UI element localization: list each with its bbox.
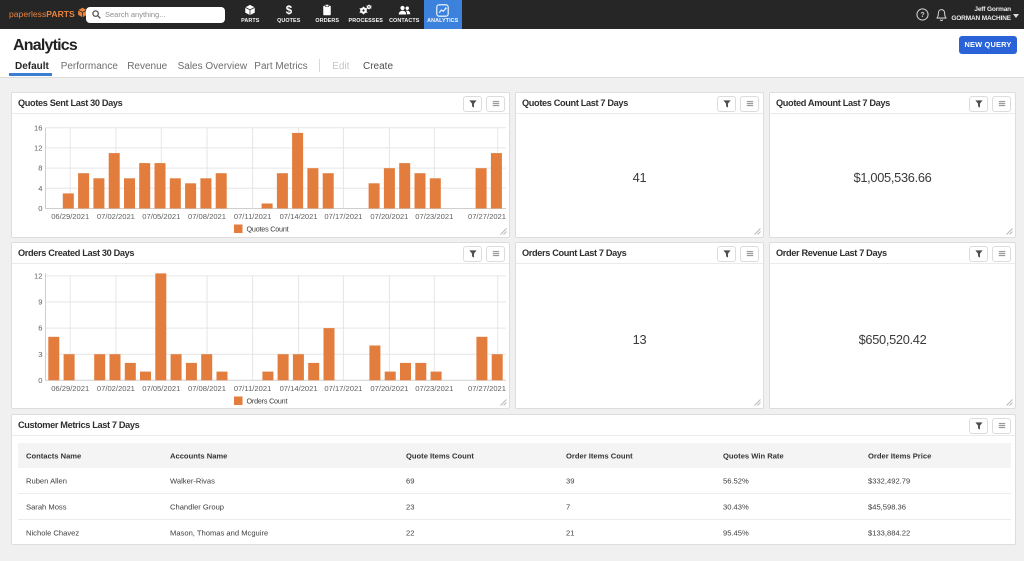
svg-text:07/23/2021: 07/23/2021 (415, 384, 453, 393)
svg-text:07/14/2021: 07/14/2021 (280, 384, 318, 393)
svg-text:16: 16 (34, 123, 42, 132)
svg-text:07/20/2021: 07/20/2021 (370, 212, 408, 221)
svg-text:07/11/2021: 07/11/2021 (234, 384, 271, 393)
svg-text:07/27/2021: 07/27/2021 (468, 212, 506, 221)
svg-text:07/17/2021: 07/17/2021 (324, 384, 362, 393)
svg-text:07/08/2021: 07/08/2021 (188, 384, 226, 393)
svg-text:0: 0 (38, 376, 42, 385)
svg-text:07/02/2021: 07/02/2021 (97, 212, 135, 221)
svg-text:07/02/2021: 07/02/2021 (97, 384, 135, 393)
svg-text:?: ? (920, 12, 924, 19)
svg-text:07/27/2021: 07/27/2021 (468, 384, 506, 393)
svg-text:07/08/2021: 07/08/2021 (188, 212, 226, 221)
svg-text:Quotes Count: Quotes Count (247, 225, 289, 234)
svg-text:9: 9 (38, 298, 42, 307)
svg-text:$: $ (286, 5, 293, 16)
svg-text:12: 12 (34, 144, 42, 153)
svg-text:07/05/2021: 07/05/2021 (142, 212, 180, 221)
svg-text:4: 4 (38, 184, 42, 193)
svg-text:06/29/2021: 06/29/2021 (51, 212, 89, 221)
svg-text:12: 12 (34, 272, 42, 281)
svg-text:07/05/2021: 07/05/2021 (142, 384, 180, 393)
svg-text:07/17/2021: 07/17/2021 (324, 212, 362, 221)
svg-text:07/11/2021: 07/11/2021 (234, 212, 271, 221)
svg-text:07/20/2021: 07/20/2021 (370, 384, 408, 393)
svg-text:06/29/2021: 06/29/2021 (51, 384, 89, 393)
svg-text:Orders Count: Orders Count (247, 397, 288, 406)
svg-text:8: 8 (38, 164, 42, 173)
svg-text:3: 3 (38, 350, 42, 359)
svg-text:6: 6 (38, 324, 42, 333)
svg-text:07/14/2021: 07/14/2021 (280, 212, 318, 221)
svg-text:07/23/2021: 07/23/2021 (415, 212, 453, 221)
svg-text:0: 0 (38, 204, 42, 213)
